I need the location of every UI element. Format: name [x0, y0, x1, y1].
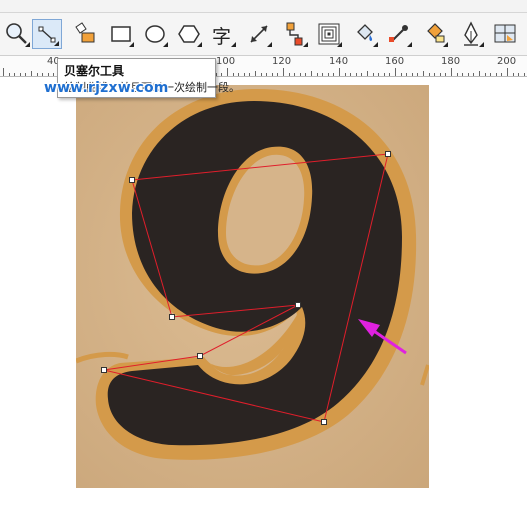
ruler-tick — [445, 73, 447, 76]
ruler-tick — [339, 68, 340, 76]
rectangle-tool-button[interactable] — [106, 19, 136, 49]
ruler-tick — [456, 73, 458, 76]
ruler-tick — [507, 68, 508, 76]
ruler-tick — [484, 73, 486, 76]
zoom-tool-button[interactable] — [2, 19, 32, 49]
ruler-tick — [512, 73, 514, 76]
ruler-tick — [42, 73, 44, 76]
ruler-tick — [428, 73, 430, 76]
ruler-tick — [227, 68, 228, 76]
ruler-tick — [479, 71, 480, 76]
ruler-tick — [406, 73, 408, 76]
pen-tool-button[interactable] — [456, 19, 486, 49]
ruler-tick — [266, 73, 268, 76]
ruler-tick — [271, 73, 273, 76]
fill-tool-button[interactable] — [350, 19, 380, 49]
ruler-tick — [523, 73, 525, 76]
ruler-tick — [361, 73, 363, 76]
ruler-tick — [221, 73, 223, 76]
ellipse-tool-button[interactable] — [140, 19, 170, 49]
ruler-tick — [467, 73, 469, 76]
ruler-tick — [434, 73, 436, 76]
ruler-tick — [316, 73, 318, 76]
ruler-label: 200 — [497, 56, 517, 67]
ruler-tick — [501, 73, 503, 76]
ruler-tick — [344, 73, 346, 76]
ruler-tick — [47, 73, 49, 76]
smart-fill-tool-button[interactable] — [70, 19, 100, 49]
ruler-label: 180 — [441, 56, 461, 67]
digit-nine-photo — [76, 85, 429, 488]
text-tool-button[interactable]: 字 — [208, 19, 238, 49]
ruler-tick — [355, 73, 357, 76]
mesh-fill-tool-button[interactable] — [490, 19, 520, 49]
digit-image-svg — [76, 85, 429, 488]
ruler-tick — [8, 73, 10, 76]
ruler-tick — [439, 73, 441, 76]
ruler-tick — [53, 73, 55, 76]
ruler-label: 140 — [329, 56, 349, 67]
ruler-tick — [495, 73, 497, 76]
ruler-tick — [243, 73, 245, 76]
ruler-tick — [238, 73, 240, 76]
tooltip-title: 贝塞尔工具 — [64, 64, 125, 78]
ruler-tick — [367, 71, 368, 76]
ruler-tick — [294, 73, 296, 76]
ruler-tick — [19, 73, 21, 76]
bezier-tool-button[interactable] — [32, 19, 62, 49]
smart-fill-icon — [75, 22, 95, 43]
ruler-label: 100 — [216, 56, 236, 67]
ruler-tick — [378, 73, 380, 76]
ruler-tick — [305, 73, 307, 76]
ruler-tick — [462, 73, 464, 76]
interactive-fill-tool-button[interactable] — [420, 19, 450, 49]
site-watermark: www.rjzxw.com — [44, 80, 169, 96]
ruler-tick — [322, 73, 324, 76]
ruler-tick — [327, 73, 329, 76]
ruler-tick — [14, 73, 16, 76]
ruler-tick — [417, 73, 419, 76]
ruler-tick — [383, 73, 385, 76]
ruler-tick — [490, 73, 492, 76]
eyedropper-tool-button[interactable] — [384, 19, 414, 49]
ruler-tick — [411, 73, 413, 76]
ruler-tick — [25, 73, 27, 76]
ruler-tick — [451, 68, 452, 76]
ruler-tick — [232, 73, 234, 76]
mesh-fill-icon — [494, 24, 516, 43]
ruler-tick — [395, 68, 396, 76]
ruler-tick — [31, 71, 32, 76]
contour-tool-button[interactable] — [314, 19, 344, 49]
ruler-tick — [333, 73, 335, 76]
ruler-tick — [372, 73, 374, 76]
ruler-tick — [288, 73, 290, 76]
ruler-tick — [423, 71, 424, 76]
ruler-tick — [311, 71, 312, 76]
dimension-tool-button[interactable] — [244, 19, 274, 49]
ruler-label: 120 — [272, 56, 292, 67]
ruler-tick — [350, 73, 352, 76]
ruler-tick — [473, 73, 475, 76]
ruler-tick — [518, 73, 520, 76]
ruler-label: 160 — [385, 56, 405, 67]
ruler-tick — [255, 71, 256, 76]
ruler-tick — [36, 73, 38, 76]
ruler-tick — [3, 68, 4, 76]
ruler-tick — [389, 73, 391, 76]
polygon-tool-button[interactable] — [174, 19, 204, 49]
top-toolbar-strip — [0, 0, 527, 13]
ruler-tick — [249, 73, 251, 76]
toolbox: 字 — [0, 13, 527, 56]
connector-tool-button[interactable] — [280, 19, 310, 49]
ruler-tick — [277, 73, 279, 76]
ruler-tick — [400, 73, 402, 76]
ruler-tick — [260, 73, 262, 76]
ruler-tick — [299, 73, 301, 76]
ruler-tick — [283, 68, 284, 76]
